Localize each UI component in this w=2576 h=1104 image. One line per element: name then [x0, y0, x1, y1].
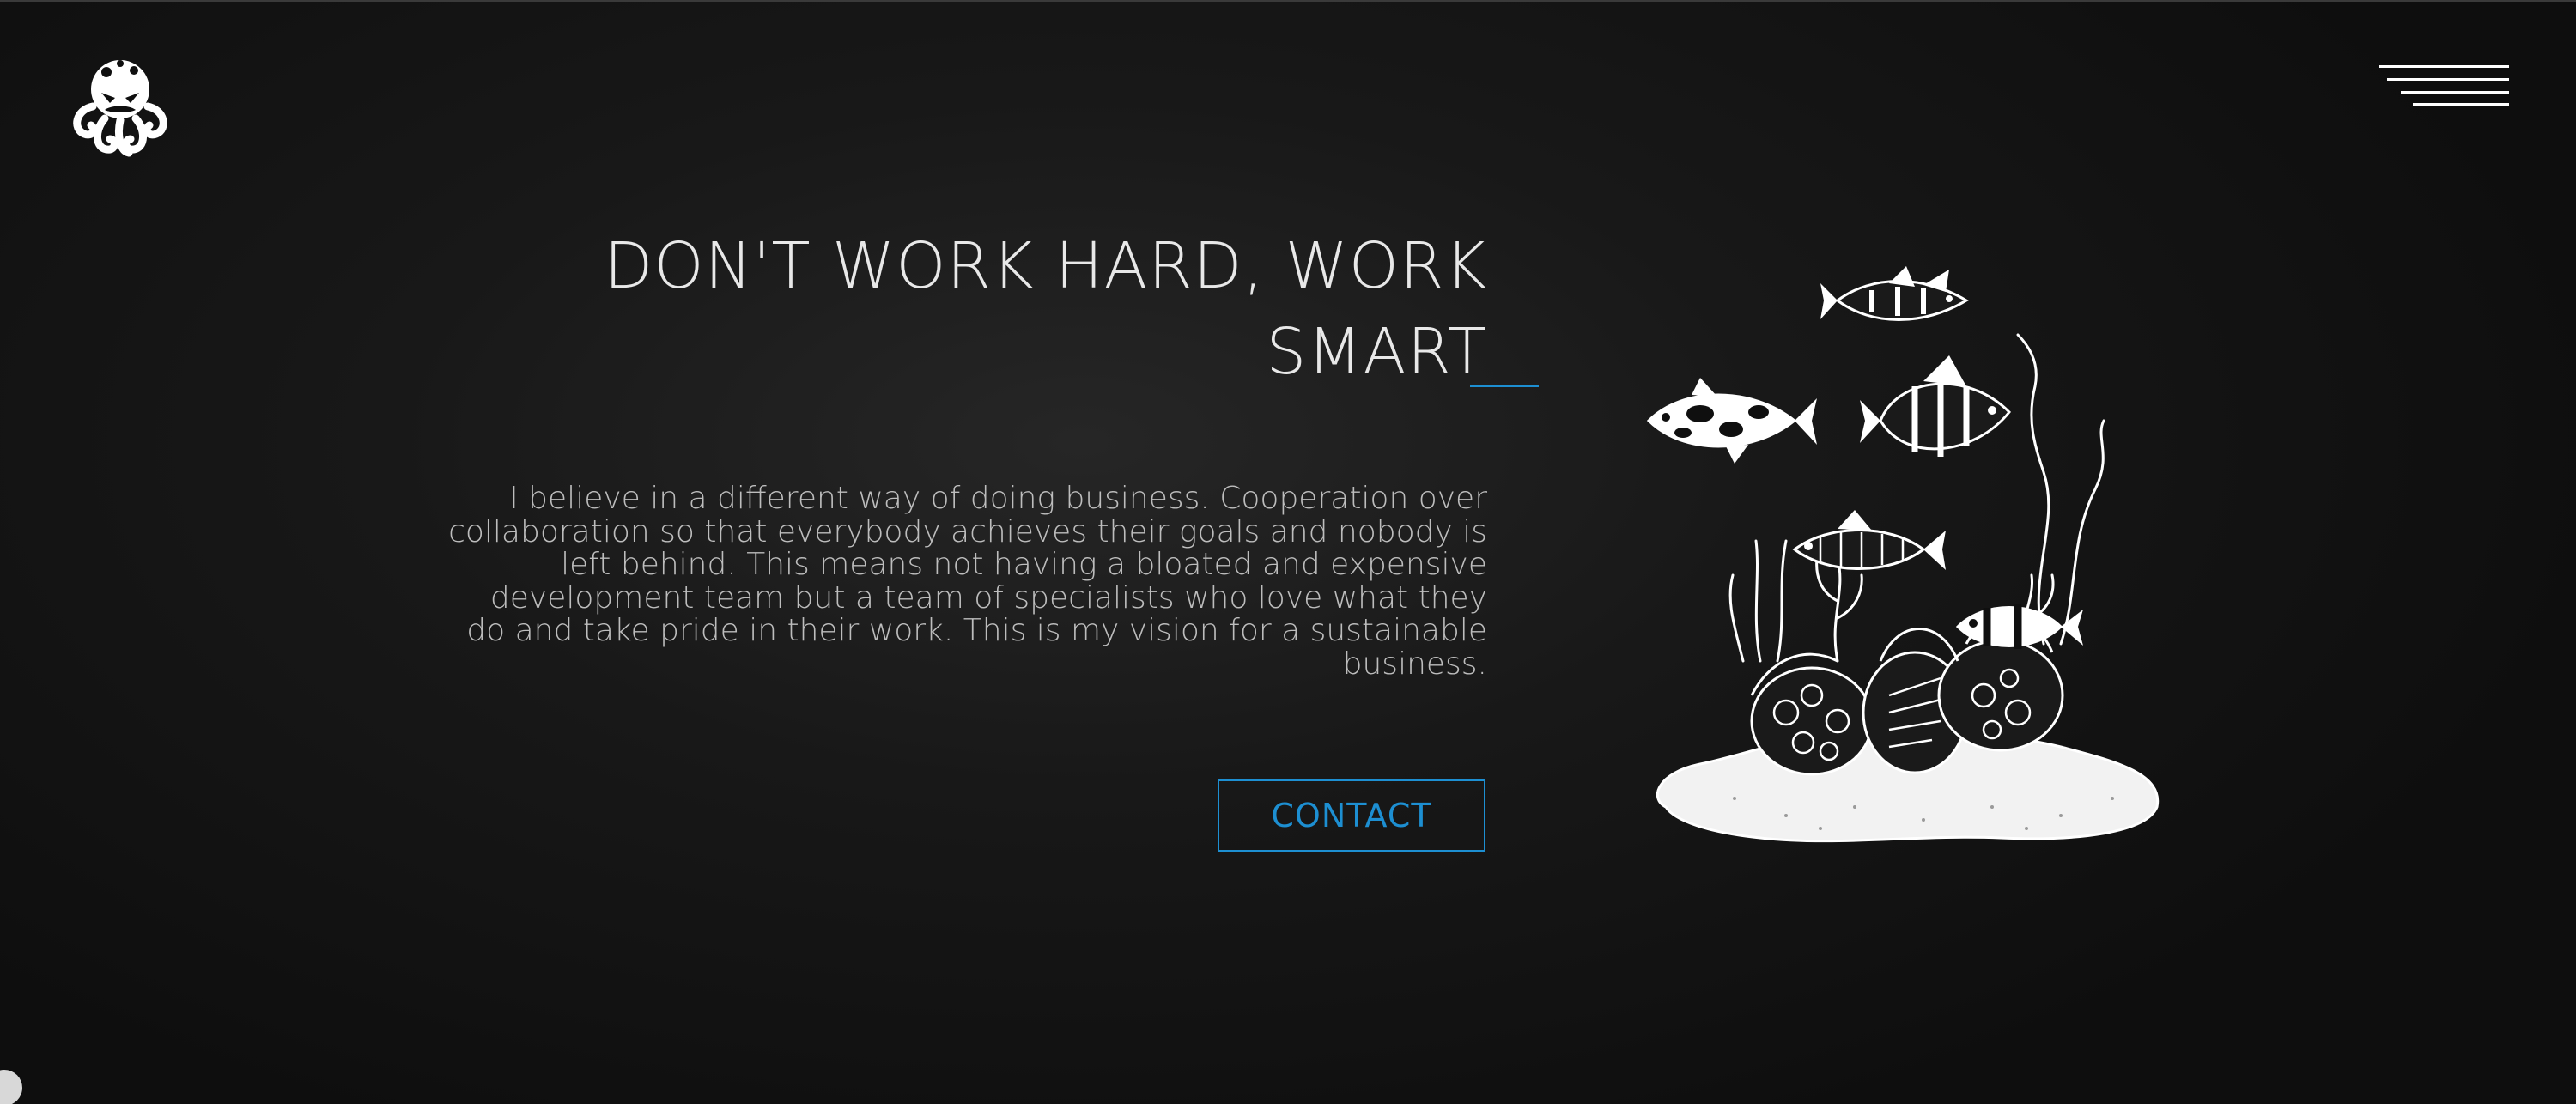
contact-button[interactable]: CONTACT	[1218, 779, 1485, 852]
top-border	[0, 0, 2576, 2]
typing-cursor	[1470, 385, 1539, 387]
hero-intro-text: I believe in a different way of doing bu…	[448, 481, 1487, 682]
hamburger-menu-icon	[2379, 65, 2509, 106]
octopus-logo-icon[interactable]	[67, 50, 173, 160]
page: DON'T WORK HARD, WORK SMART I believe in…	[0, 0, 2576, 1104]
menu-button[interactable]	[2379, 65, 2509, 108]
coral-reef-fish-illustration	[1646, 266, 2160, 843]
hero-headline: DON'T WORK HARD, WORK SMART	[604, 229, 1487, 389]
scroll-indicator[interactable]	[0, 1070, 22, 1104]
